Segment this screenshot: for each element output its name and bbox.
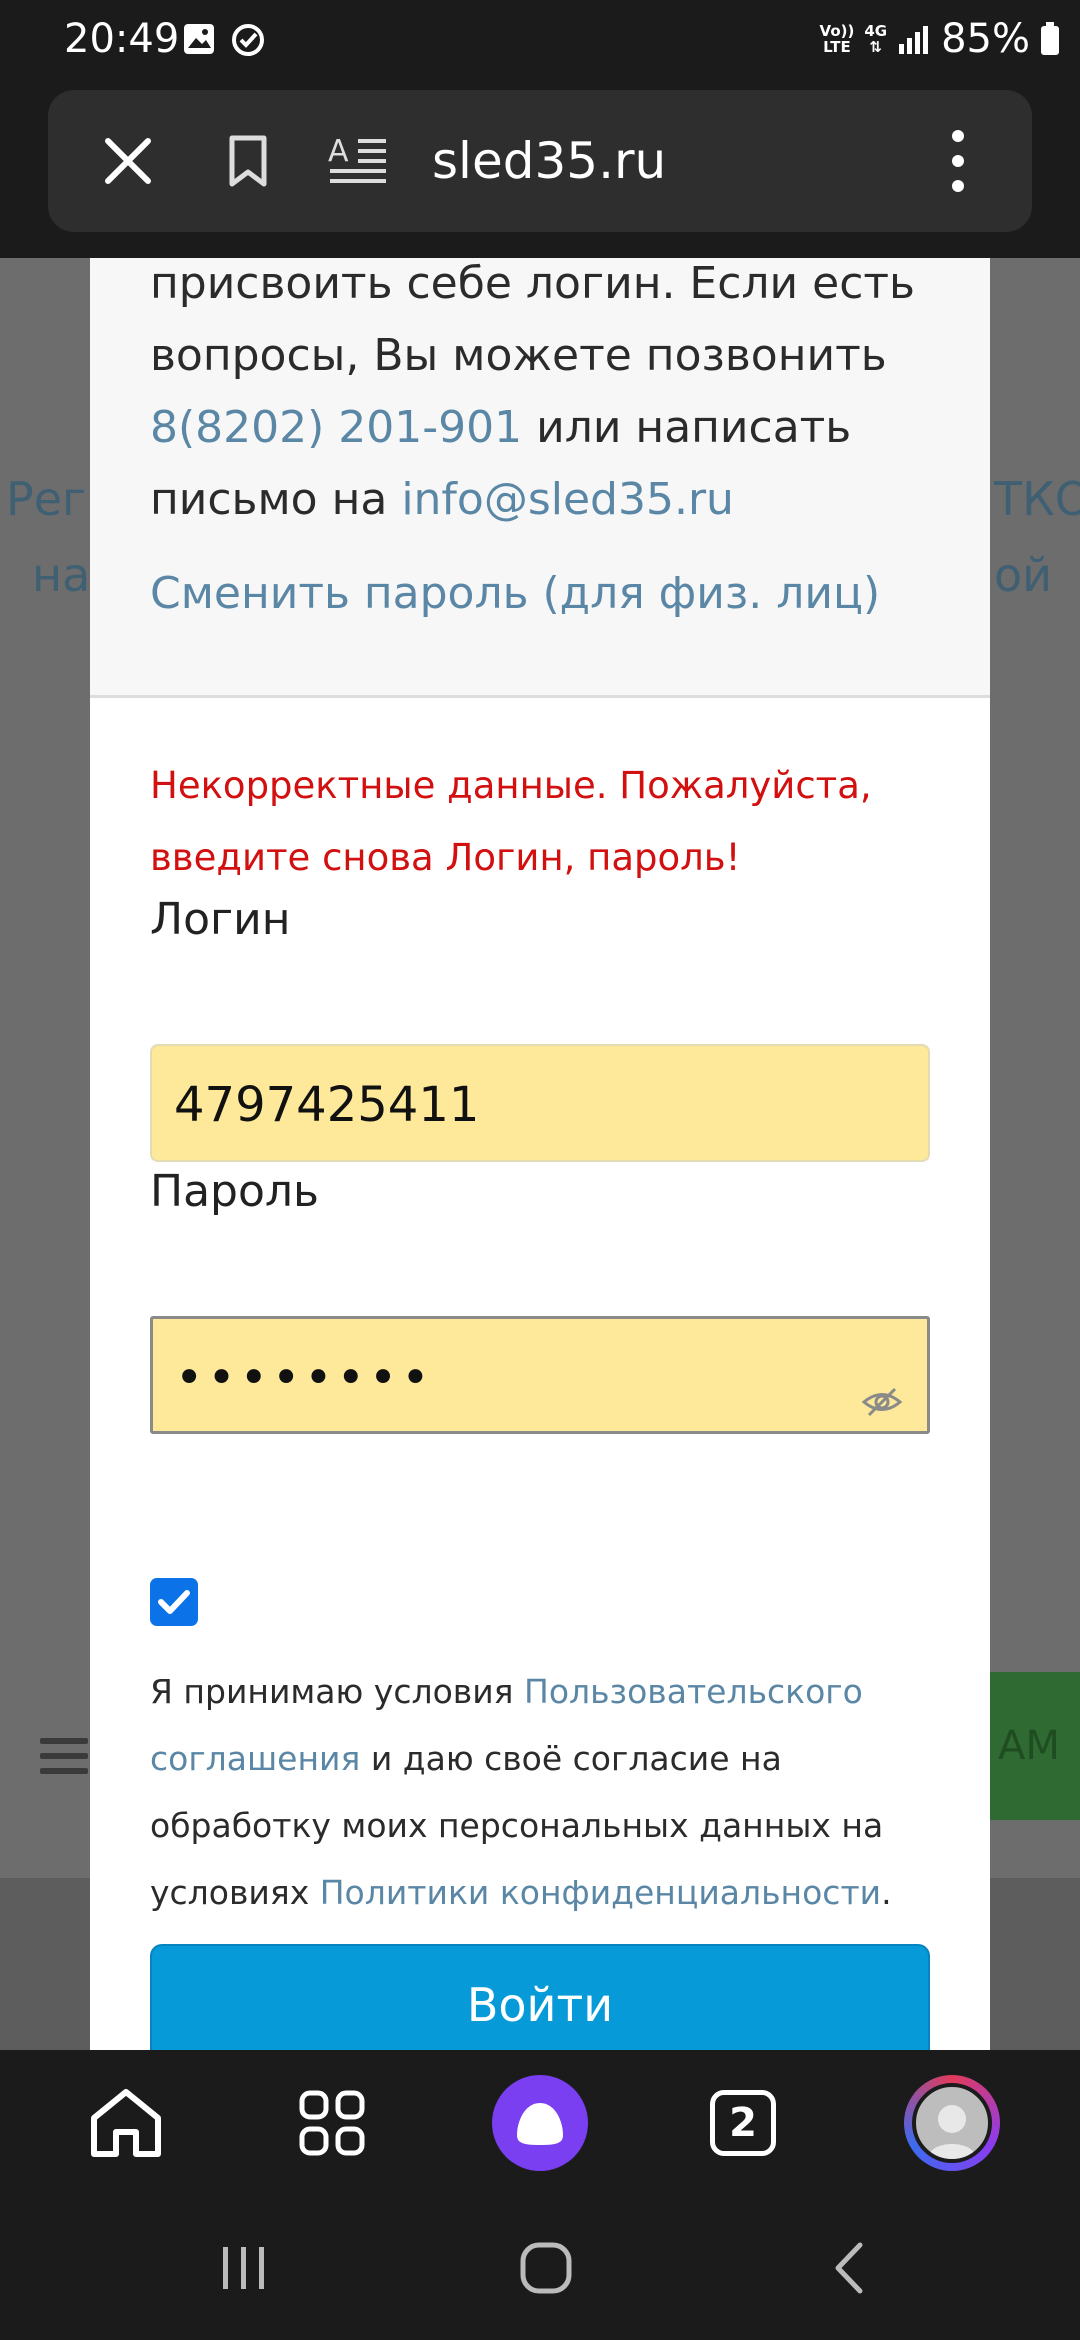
error-message: Некорректные данные. Пожалуйста, введите… — [150, 764, 872, 879]
check-circle-icon — [232, 24, 264, 56]
volte-icon: Vo)) LTE — [819, 22, 855, 56]
alice-icon — [492, 2074, 588, 2171]
url-text[interactable]: sled35.ru — [432, 90, 666, 232]
login-modal: присвоить себе логин. Если есть вопросы,… — [90, 258, 990, 2050]
battery-icon — [1041, 22, 1059, 55]
bg-text-fragment: на — [32, 548, 91, 602]
avatar — [904, 2074, 1000, 2171]
address-bar[interactable]: A sled35.ru — [48, 90, 1032, 232]
notification-icons — [182, 22, 266, 58]
password-label: Пароль — [150, 1166, 319, 1217]
back-icon[interactable] — [826, 2195, 872, 2340]
bg-text-fragment: ТКО — [994, 472, 1080, 526]
apps-grid-icon[interactable] — [292, 2050, 372, 2195]
checkmark-icon — [158, 1590, 190, 1614]
reader-mode-icon[interactable]: A — [328, 90, 388, 232]
agree-checkbox[interactable] — [150, 1578, 198, 1626]
browser-bottom-bar: 2 — [0, 2050, 1080, 2195]
login-button[interactable]: Войти — [150, 1944, 930, 2050]
background-button: АМ — [990, 1672, 1080, 1820]
modal-info-section: присвоить себе логин. Если есть вопросы,… — [90, 258, 990, 698]
status-bar: 20:49 Vo)) LTE 4G ⇅ 85% — [0, 0, 1080, 86]
change-password-link[interactable]: Сменить пароль (для физ. лиц) — [150, 568, 880, 619]
alice-assistant-button[interactable] — [492, 2050, 588, 2195]
phone-link[interactable]: 8(8202) 201-901 — [150, 402, 522, 453]
user-icon — [928, 2104, 976, 2159]
login-label: Логин — [150, 894, 291, 945]
email-link[interactable]: info@sled35.ru — [401, 474, 734, 525]
hide-password-icon[interactable] — [861, 1385, 903, 1419]
agreement-text: Я принимаю условия Пользовательского сог… — [150, 1672, 892, 1912]
gallery-icon — [184, 24, 214, 54]
password-value: •••••••• — [175, 1350, 434, 1406]
battery-percent: 85% — [941, 16, 1030, 62]
home-nav-icon[interactable] — [516, 2195, 576, 2340]
home-icon[interactable] — [86, 2050, 166, 2195]
recent-apps-icon[interactable] — [216, 2195, 272, 2340]
tabs-count: 2 — [710, 2089, 776, 2156]
privacy-policy-link[interactable]: Политики конфиденциальности — [320, 1873, 881, 1912]
more-menu-icon[interactable] — [938, 90, 978, 232]
status-time: 20:49 — [64, 16, 180, 62]
tabs-button[interactable]: 2 — [710, 2050, 776, 2195]
background-menu-icon — [40, 1738, 88, 1774]
login-input[interactable]: 4797425411 — [150, 1044, 930, 1162]
signal-icon — [899, 26, 929, 54]
bookmark-icon[interactable] — [218, 90, 278, 232]
svg-text:A: A — [328, 134, 349, 169]
profile-button[interactable] — [904, 2050, 1000, 2195]
close-icon[interactable] — [88, 90, 168, 232]
system-status-icons: Vo)) LTE 4G ⇅ 85% — [820, 16, 1060, 62]
password-input[interactable]: •••••••• — [150, 1316, 930, 1434]
mobile-data-icon: 4G ⇅ — [864, 22, 888, 56]
info-text: присвоить себе логин. Если есть вопросы,… — [150, 258, 915, 525]
system-navigation-bar — [0, 2195, 1080, 2340]
bg-text-fragment: ой — [994, 548, 1053, 602]
